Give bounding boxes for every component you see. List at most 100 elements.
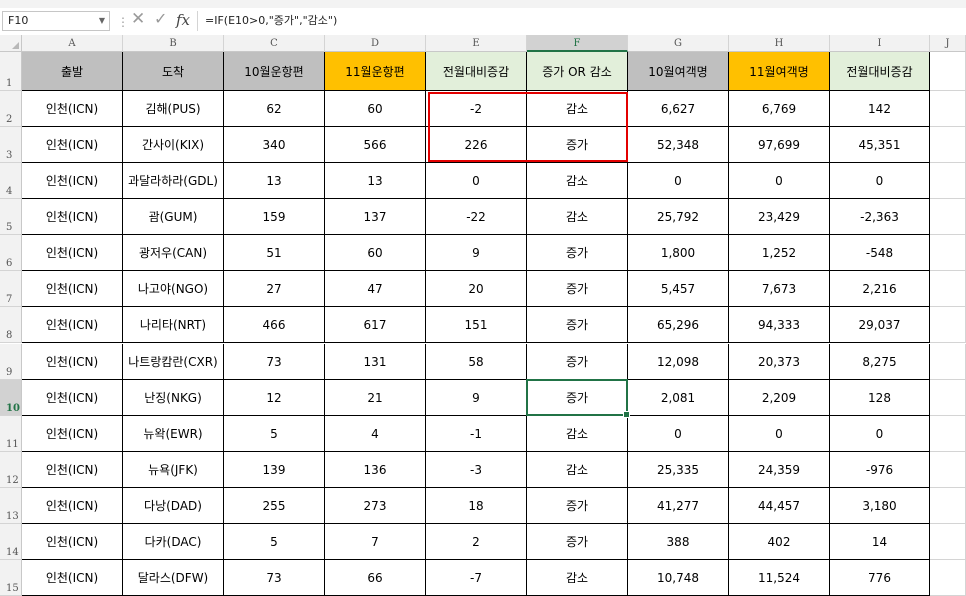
table-cell[interactable]: 나리타(NRT): [123, 307, 224, 343]
table-cell[interactable]: 340: [224, 127, 325, 163]
table-cell[interactable]: 7: [325, 524, 426, 560]
table-cell[interactable]: 20: [426, 271, 527, 307]
table-cell[interactable]: 60: [325, 91, 426, 127]
table-cell[interactable]: 0: [830, 163, 930, 199]
table-cell[interactable]: 2: [426, 524, 527, 560]
table-cell[interactable]: 인천(ICN): [22, 416, 123, 452]
table-cell[interactable]: -3: [426, 452, 527, 488]
table-cell[interactable]: 466: [224, 307, 325, 343]
table-cell[interactable]: -1: [426, 416, 527, 452]
table-cell[interactable]: 감소: [527, 452, 628, 488]
header-cell[interactable]: 전월대비증감: [426, 52, 527, 91]
table-cell[interactable]: 증가: [527, 344, 628, 380]
column-header-e[interactable]: E: [426, 35, 527, 52]
header-cell[interactable]: 11월운항편: [325, 52, 426, 91]
table-cell[interactable]: 65,296: [628, 307, 729, 343]
table-cell[interactable]: -7: [426, 560, 527, 596]
table-cell[interactable]: 159: [224, 199, 325, 235]
formula-input[interactable]: =IF(E10>0,"증가","감소"): [197, 11, 964, 31]
table-cell[interactable]: 감소: [527, 199, 628, 235]
table-cell[interactable]: 128: [830, 380, 930, 416]
table-cell[interactable]: 증가: [527, 524, 628, 560]
table-cell[interactable]: 인천(ICN): [22, 271, 123, 307]
table-cell[interactable]: 간사이(KIX): [123, 127, 224, 163]
table-cell[interactable]: -548: [830, 235, 930, 271]
empty-cell[interactable]: [930, 416, 966, 452]
table-cell[interactable]: 인천(ICN): [22, 307, 123, 343]
row-header-4[interactable]: 4: [0, 163, 22, 199]
table-cell[interactable]: 255: [224, 488, 325, 524]
table-cell[interactable]: 94,333: [729, 307, 830, 343]
table-cell[interactable]: 0: [628, 416, 729, 452]
table-cell[interactable]: 감소: [527, 560, 628, 596]
chevron-down-icon[interactable]: ▼: [99, 12, 105, 30]
table-cell[interactable]: 29,037: [830, 307, 930, 343]
column-header-j[interactable]: J: [930, 35, 966, 52]
table-cell[interactable]: 5: [224, 416, 325, 452]
table-cell[interactable]: 나트랑캄란(CXR): [123, 344, 224, 380]
table-cell[interactable]: 25,335: [628, 452, 729, 488]
table-cell[interactable]: 다카(DAC): [123, 524, 224, 560]
check-icon[interactable]: ✓: [154, 9, 167, 28]
empty-cell[interactable]: [930, 307, 966, 343]
table-cell[interactable]: 2,209: [729, 380, 830, 416]
table-cell[interactable]: 1,800: [628, 235, 729, 271]
table-cell[interactable]: 괌(GUM): [123, 199, 224, 235]
table-cell[interactable]: 뉴욕(JFK): [123, 452, 224, 488]
table-cell[interactable]: 12: [224, 380, 325, 416]
table-cell[interactable]: 증가: [527, 380, 628, 416]
table-cell[interactable]: 다낭(DAD): [123, 488, 224, 524]
table-cell[interactable]: 388: [628, 524, 729, 560]
table-cell[interactable]: 0: [426, 163, 527, 199]
row-header-1[interactable]: 1: [0, 52, 22, 91]
table-cell[interactable]: 617: [325, 307, 426, 343]
table-cell[interactable]: 60: [325, 235, 426, 271]
table-cell[interactable]: 감소: [527, 416, 628, 452]
column-header-b[interactable]: B: [123, 35, 224, 52]
table-cell[interactable]: 0: [729, 416, 830, 452]
table-cell[interactable]: 7,673: [729, 271, 830, 307]
table-cell[interactable]: 인천(ICN): [22, 524, 123, 560]
table-cell[interactable]: 0: [628, 163, 729, 199]
empty-cell[interactable]: [930, 127, 966, 163]
row-header-6[interactable]: 6: [0, 235, 22, 271]
empty-cell[interactable]: [930, 52, 966, 91]
table-cell[interactable]: 김해(PUS): [123, 91, 224, 127]
table-cell[interactable]: 5: [224, 524, 325, 560]
header-cell[interactable]: 전월대비증감: [830, 52, 930, 91]
empty-cell[interactable]: [930, 524, 966, 560]
column-header-i[interactable]: I: [830, 35, 930, 52]
row-header-3[interactable]: 3: [0, 127, 22, 163]
empty-cell[interactable]: [930, 199, 966, 235]
table-cell[interactable]: 인천(ICN): [22, 488, 123, 524]
column-header-d[interactable]: D: [325, 35, 426, 52]
table-cell[interactable]: 52,348: [628, 127, 729, 163]
close-icon[interactable]: ✕: [131, 9, 145, 29]
empty-cell[interactable]: [930, 488, 966, 524]
table-cell[interactable]: 2,216: [830, 271, 930, 307]
table-cell[interactable]: 2,081: [628, 380, 729, 416]
column-header-c[interactable]: C: [224, 35, 325, 52]
row-header-12[interactable]: 12: [0, 452, 22, 488]
table-cell[interactable]: 142: [830, 91, 930, 127]
table-cell[interactable]: 3,180: [830, 488, 930, 524]
name-box[interactable]: F10 ▼: [2, 11, 110, 31]
table-cell[interactable]: 51: [224, 235, 325, 271]
table-cell[interactable]: 58: [426, 344, 527, 380]
table-cell[interactable]: 증가: [527, 235, 628, 271]
table-cell[interactable]: 24,359: [729, 452, 830, 488]
table-cell[interactable]: 25,792: [628, 199, 729, 235]
table-cell[interactable]: 21: [325, 380, 426, 416]
table-cell[interactable]: 증가: [527, 307, 628, 343]
table-cell[interactable]: 47: [325, 271, 426, 307]
table-cell[interactable]: 23,429: [729, 199, 830, 235]
table-cell[interactable]: 131: [325, 344, 426, 380]
table-cell[interactable]: 인천(ICN): [22, 199, 123, 235]
table-cell[interactable]: 97,699: [729, 127, 830, 163]
table-cell[interactable]: 136: [325, 452, 426, 488]
table-cell[interactable]: 1,252: [729, 235, 830, 271]
table-cell[interactable]: 인천(ICN): [22, 163, 123, 199]
column-header-f[interactable]: F: [527, 35, 628, 52]
table-cell[interactable]: 0: [729, 163, 830, 199]
table-cell[interactable]: 13: [224, 163, 325, 199]
